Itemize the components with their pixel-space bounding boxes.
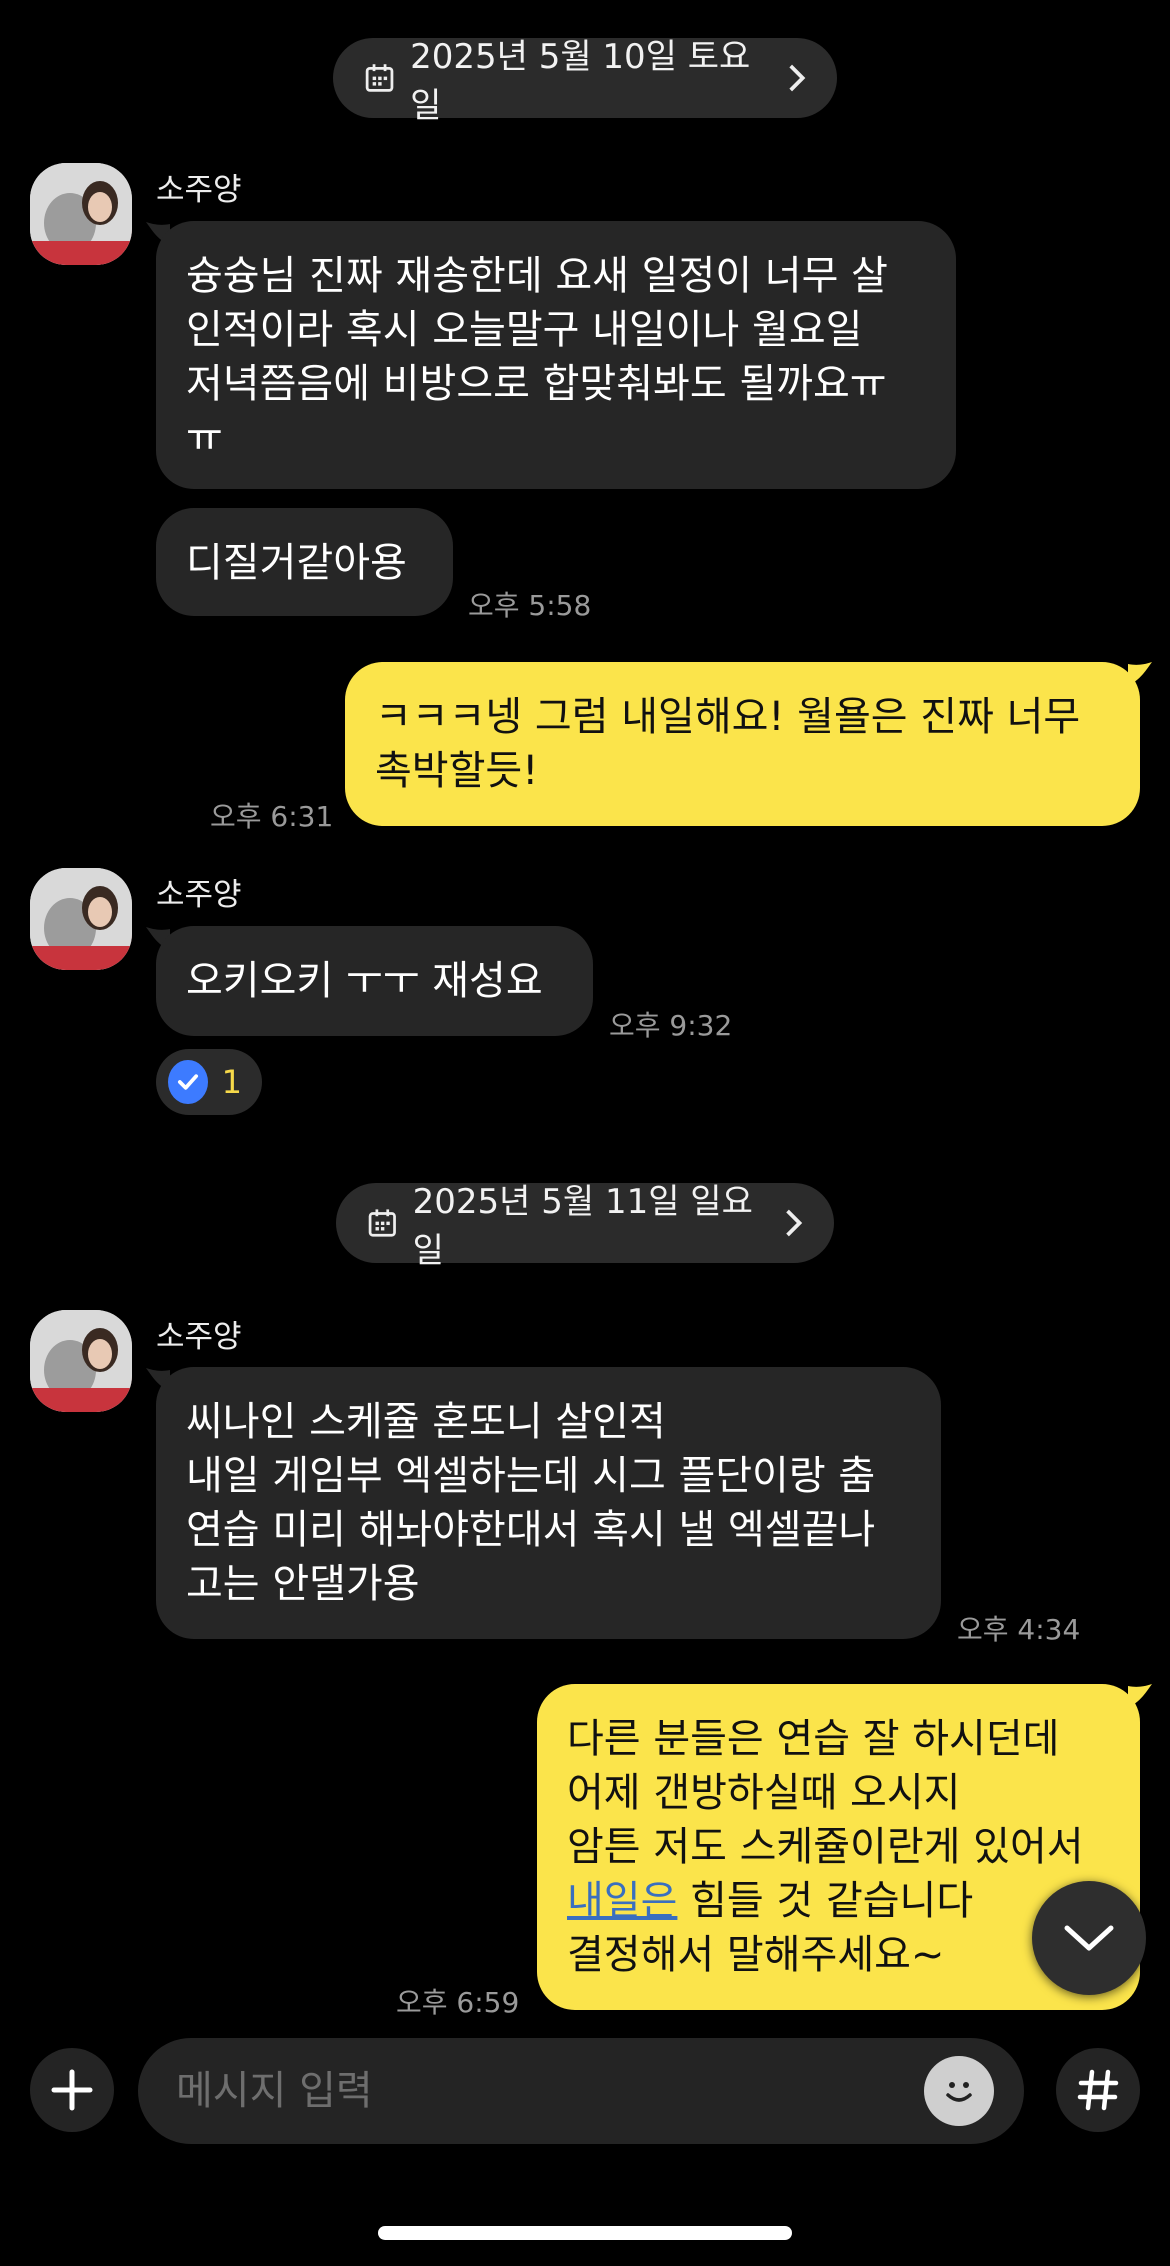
sender-name: 소주양 xyxy=(156,1319,242,1355)
message-time: 오후 5:58 xyxy=(468,589,592,622)
emoji-icon xyxy=(946,2082,972,2102)
calendar-icon xyxy=(368,1209,396,1237)
date-label: 2025년 5월 10일 토요일 xyxy=(410,37,751,126)
message-line: 어제 갠방하실때 오시지 xyxy=(567,1770,961,1816)
message-line: 암튼 저도 스케쥴이란게 있어서 xyxy=(567,1824,1084,1870)
sender-name: 소주양 xyxy=(156,877,242,913)
home-indicator xyxy=(378,2226,792,2240)
chevron-right-icon xyxy=(788,64,805,92)
date-divider[interactable]: 2025년 5월 10일 토요일 xyxy=(333,37,837,126)
plus-icon xyxy=(51,2069,93,2111)
check-icon xyxy=(168,1060,208,1104)
calendar-icon xyxy=(365,64,394,92)
date-label: 2025년 5월 11일 일요일 xyxy=(412,1182,753,1271)
reaction-badge[interactable]: 1 xyxy=(156,1049,262,1115)
message-bubble[interactable]: 씨나인 스케쥴 혼또니 살인적 내일 게임부 엑셀하는데 시그 플단이랑 춤 연… xyxy=(156,1367,941,1639)
chevron-right-icon xyxy=(786,1209,803,1237)
avatar[interactable] xyxy=(30,868,132,970)
message-time: 오후 4:34 xyxy=(957,1613,1081,1646)
attach-button[interactable] xyxy=(30,2048,114,2132)
message-bubble[interactable]: ㅋㅋㅋ넹 그럼 내일해요! 월욜은 진짜 너무 촉박할듯! xyxy=(345,662,1140,826)
message-time: 오후 9:32 xyxy=(609,1009,733,1042)
scroll-to-bottom-button[interactable] xyxy=(1032,1881,1146,1995)
date-divider[interactable]: 2025년 5월 11일 일요일 xyxy=(336,1182,834,1271)
sender-name: 소주양 xyxy=(156,172,242,208)
hash-icon xyxy=(1077,2069,1119,2111)
chevron-down-icon xyxy=(1064,1925,1114,1951)
reaction-count: 1 xyxy=(221,1063,242,1101)
message-time: 오후 6:59 xyxy=(396,1986,520,2019)
date-link[interactable]: 내일은 xyxy=(567,1878,677,1924)
message-input-bar[interactable] xyxy=(138,2038,1024,2144)
message-line: 다른 분들은 연습 잘 하시던데 xyxy=(567,1716,1060,1762)
message-time: 오후 6:31 xyxy=(210,800,334,833)
bubble-tail xyxy=(1128,1684,1152,1708)
message-input[interactable] xyxy=(174,2067,924,2115)
avatar[interactable] xyxy=(30,163,132,265)
bubble-tail xyxy=(1128,662,1152,686)
message-bubble[interactable]: 오키오키 ㅜㅜ 재성요 xyxy=(156,926,593,1036)
message-text: 힘들 것 같습니다 xyxy=(677,1878,974,1924)
message-bubble[interactable]: 디질거같아용 xyxy=(156,508,453,616)
avatar[interactable] xyxy=(30,1310,132,1412)
emoji-button[interactable] xyxy=(924,2056,994,2126)
message-line: 결정해서 말해주세요~ xyxy=(567,1932,945,1978)
message-line: 내일은 힘들 것 같습니다 xyxy=(567,1874,1110,1928)
message-bubble[interactable]: 슝슝님 진짜 재송한데 요새 일정이 너무 살 인적이라 혹시 오늘말구 내일이… xyxy=(156,221,956,489)
hashtag-search-button[interactable] xyxy=(1056,2048,1140,2132)
